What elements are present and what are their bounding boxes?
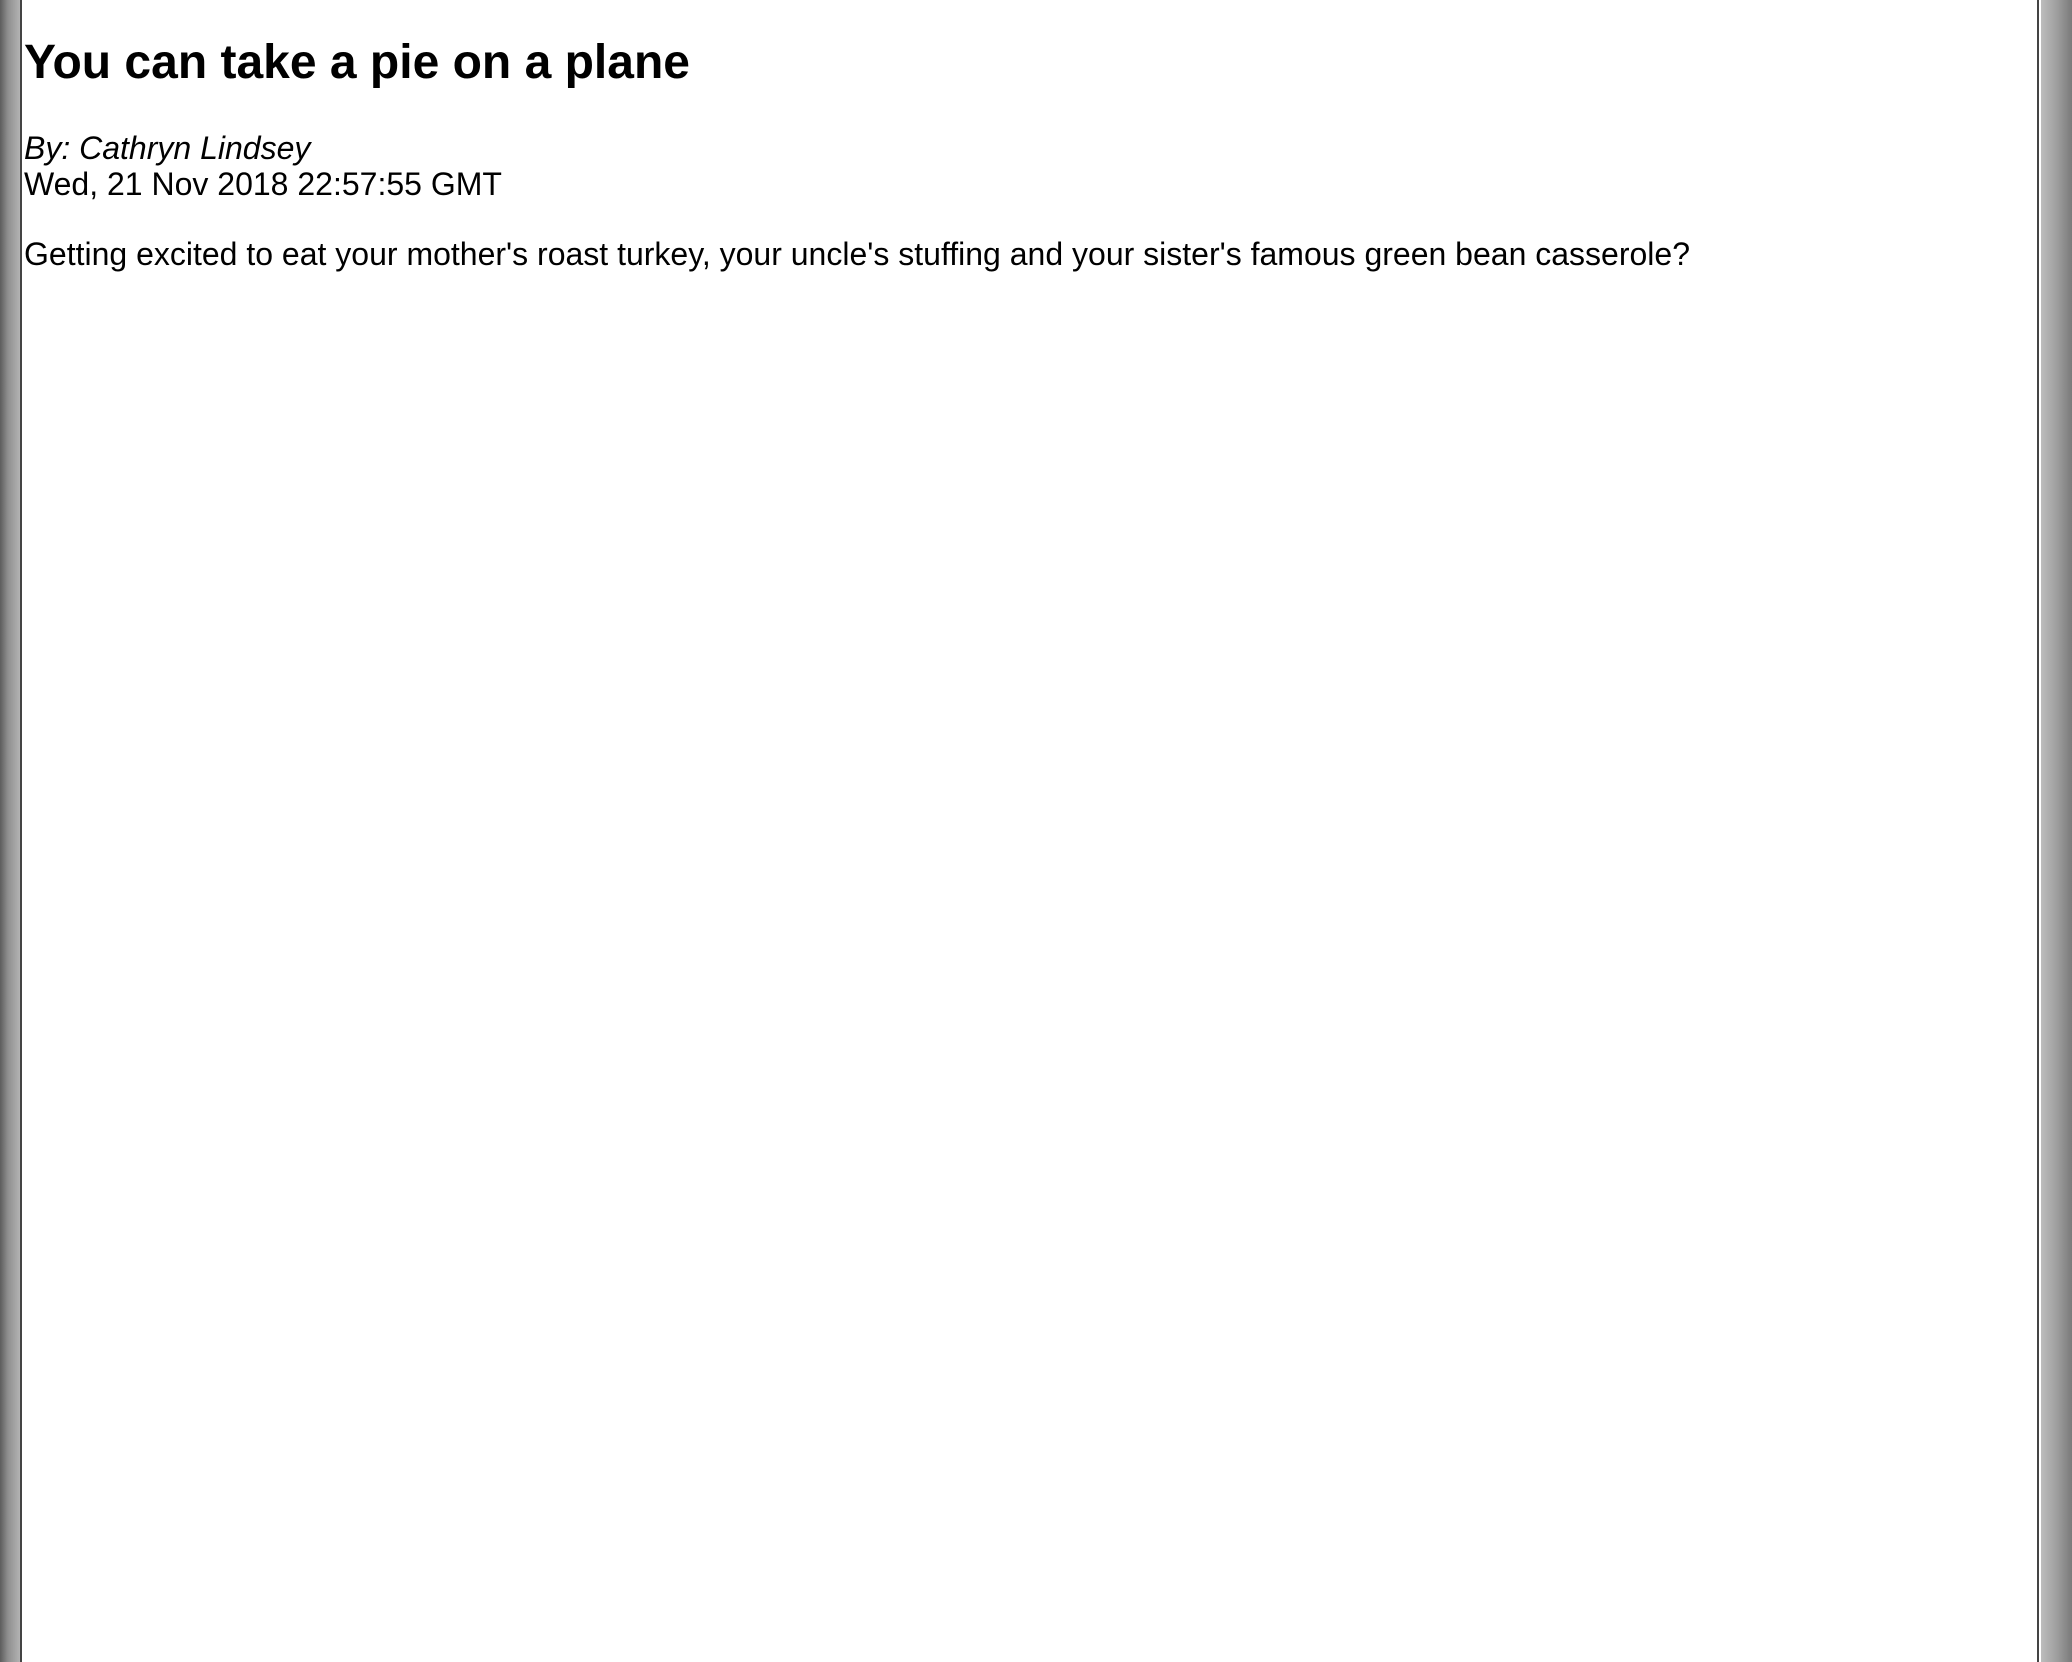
article-byline: By: Cathryn Lindsey xyxy=(24,130,311,166)
window-shadow-right xyxy=(2041,0,2072,1662)
window-shadow-left xyxy=(0,0,20,1662)
article-page: You can take a pie on a plane By: Cathry… xyxy=(20,0,2039,1662)
article-summary: Getting excited to eat your mother's roa… xyxy=(24,236,1690,272)
article-title: You can take a pie on a plane xyxy=(24,36,690,89)
article-date: Wed, 21 Nov 2018 22:57:55 GMT xyxy=(24,166,502,202)
